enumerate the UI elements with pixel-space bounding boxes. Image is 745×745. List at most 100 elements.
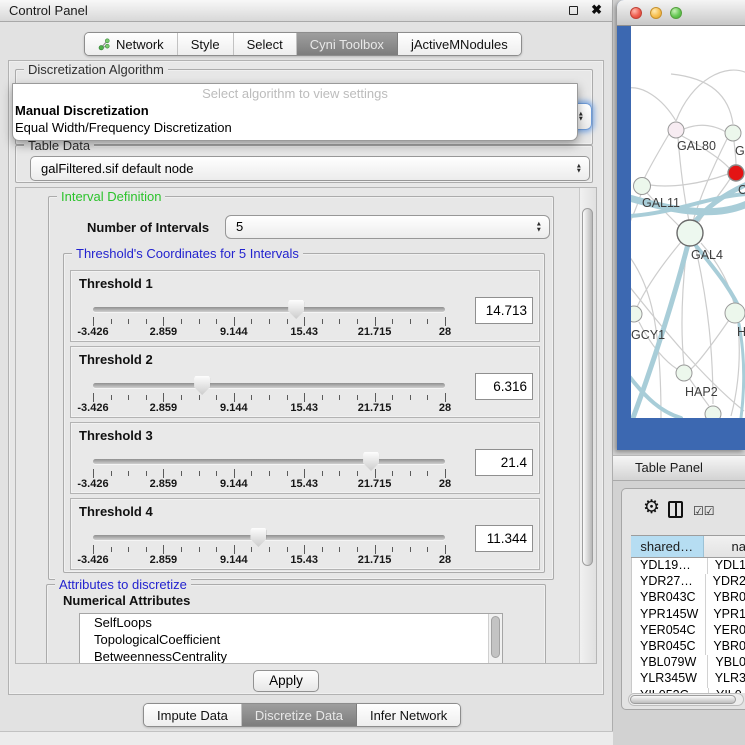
apply-button[interactable]: Apply	[253, 670, 319, 692]
minimize-traffic-light[interactable]	[650, 7, 662, 19]
algorithm-dropdown-popup: Select algorithm to view settings Manual…	[12, 83, 578, 141]
slider-axis-labels: -3.4262.8599.14415.4321.71528	[93, 554, 445, 568]
bottom-tab-bar: Impute Data Discretize Data Infer Network	[143, 703, 461, 727]
network-view-window: GAL80GACGAL11GAL4GCY1HHAP2	[617, 0, 745, 450]
table-body: YDL19…YDL1YDR27…YDR2YBR043CYBR0YPR145WYP…	[631, 558, 745, 693]
tab-label: Infer Network	[370, 708, 447, 723]
table-row[interactable]: YLR345WYLR3	[632, 671, 745, 687]
list-item-betweennesscentrality[interactable]: BetweennessCentrality	[80, 648, 502, 664]
network-window-titlebar	[617, 0, 745, 26]
cell-name: YDR2	[706, 574, 745, 590]
list-item-selfloops[interactable]: SelfLoops	[80, 614, 502, 631]
network-canvas[interactable]: GAL80GACGAL11GAL4GCY1HHAP2	[631, 26, 745, 418]
algorithm-hint-option: Select algorithm to view settings	[13, 84, 577, 102]
slider-axis-labels: -3.4262.8599.14415.4321.71528	[93, 402, 445, 416]
threshold-slider: -3.4262.8599.14415.4321.71528	[93, 499, 445, 571]
network-node-ga[interactable]	[725, 125, 741, 141]
cell-name: YBL0	[708, 655, 745, 671]
slider-track[interactable]	[93, 383, 445, 388]
table-row[interactable]: YPR145WYPR1	[632, 607, 745, 623]
network-node-hap2[interactable]	[676, 365, 692, 381]
tab-network[interactable]: Network	[85, 33, 178, 55]
network-node-gal11[interactable]	[634, 178, 651, 195]
slider-axis-labels: -3.4262.8599.14415.4321.71528	[93, 326, 445, 340]
table-row[interactable]: YDL19…YDL1	[632, 558, 745, 574]
scrollbar-thumb[interactable]	[491, 616, 500, 658]
number-of-intervals-spinner[interactable]: 5 ▲▼	[225, 215, 550, 239]
cell-name: YDL1	[708, 558, 745, 574]
column-header-shared-name[interactable]: shared…	[631, 536, 704, 557]
tab-impute-data[interactable]: Impute Data	[144, 704, 242, 726]
table-horizontal-scrollbar[interactable]	[628, 693, 744, 706]
table-row[interactable]: YBL079WYBL0	[632, 655, 745, 671]
threshold-slider: -3.4262.8599.14415.4321.71528	[93, 423, 445, 495]
combo-arrows-icon: ▲▼	[576, 163, 582, 174]
interval-definition-group: Interval Definition Number of Intervals …	[48, 196, 554, 580]
node-table: shared… na YDL19…YDL1YDR27…YDR2YBR043CYB…	[631, 535, 745, 693]
threshold-slider: -3.4262.8599.14415.4321.71528	[93, 271, 445, 343]
cell-name: YBR0	[706, 590, 745, 606]
table-row[interactable]: YBR045CYBR0	[632, 639, 745, 655]
network-node-gcy1[interactable]	[631, 306, 642, 322]
threshold-value-field[interactable]: 21.4	[475, 449, 533, 476]
cell-shared-name: YBR045C	[632, 639, 706, 655]
slider-axis-labels: -3.4262.8599.14415.4321.71528	[93, 478, 445, 492]
algorithm-option-equal-width-frequency[interactable]: Equal Width/Frequency Discretization	[13, 119, 577, 136]
split-columns-icon[interactable]	[668, 501, 683, 518]
network-node-gal80[interactable]	[668, 122, 684, 138]
table-panel-title: Table Panel	[635, 460, 703, 475]
cell-shared-name: YER054C	[632, 623, 706, 639]
network-node-label: GAL11	[642, 196, 680, 210]
slider-track[interactable]	[93, 535, 445, 540]
slider-track[interactable]	[93, 307, 445, 312]
tab-select[interactable]: Select	[234, 33, 297, 55]
algorithm-option-manual-discretization[interactable]: Manual Discretization	[13, 102, 577, 119]
numerical-attributes-list[interactable]: SelfLoopsTopologicalCoefficientBetweenne…	[79, 613, 503, 664]
slider-track[interactable]	[93, 459, 445, 464]
float-window-icon[interactable]	[569, 6, 578, 15]
threshold-box-1: Threshold 1-3.4262.8599.14415.4321.71528…	[70, 270, 540, 342]
attributes-list-scrollbar[interactable]	[488, 614, 502, 664]
threshold-box-4: Threshold 4-3.4262.8599.14415.4321.71528…	[70, 498, 540, 570]
close-traffic-light[interactable]	[630, 7, 642, 19]
top-tab-bar: NetworkStyleSelectCyni ToolboxjActiveMNo…	[84, 32, 522, 56]
select-columns-icon[interactable]: ☑☑	[693, 504, 715, 518]
list-item-topologicalcoefficient[interactable]: TopologicalCoefficient	[80, 631, 502, 648]
zoom-traffic-light[interactable]	[670, 7, 682, 19]
network-node-h[interactable]	[725, 303, 745, 323]
table-row[interactable]: YDR27…YDR2	[632, 574, 745, 590]
cell-shared-name: YDR27…	[632, 574, 706, 590]
threshold-value-field[interactable]: 11.344	[475, 525, 533, 552]
tab-discretize-data[interactable]: Discretize Data	[242, 704, 357, 726]
cell-shared-name: YDL19…	[632, 558, 708, 574]
threshold-box-2: Threshold 2-3.4262.8599.14415.4321.71528…	[70, 346, 540, 418]
table-row[interactable]: YBR043CYBR0	[632, 590, 745, 606]
cell-shared-name: YBR043C	[632, 590, 706, 606]
cell-shared-name: YLR345W	[632, 671, 708, 687]
tab-infer-network[interactable]: Infer Network	[357, 704, 460, 726]
scrollbar-thumb[interactable]	[582, 208, 593, 566]
settings-vertical-scrollbar[interactable]	[579, 188, 596, 663]
network-node-c[interactable]	[728, 165, 744, 181]
close-icon[interactable]: ✖	[591, 2, 602, 18]
tab-jactivemnodules[interactable]: jActiveMNodules	[398, 33, 521, 55]
table-data-combobox[interactable]: galFiltered.sif default node ▲▼	[30, 156, 590, 181]
network-node-gal4[interactable]	[677, 220, 703, 246]
column-header-name[interactable]: na	[704, 536, 745, 557]
cell-name: YLR3	[708, 671, 745, 687]
network-node-label: GA	[735, 144, 745, 158]
table-row[interactable]: YER054CYER0	[632, 623, 745, 639]
cell-shared-name: YBL079W	[632, 655, 708, 671]
tab-cyni-toolbox[interactable]: Cyni Toolbox	[297, 33, 398, 55]
table-data-value: galFiltered.sif default node	[41, 157, 193, 180]
tab-label: Impute Data	[157, 708, 228, 723]
table-data-group: Table Data galFiltered.sif default node …	[15, 145, 593, 183]
scrollbar-thumb[interactable]	[630, 695, 736, 704]
gear-icon[interactable]: ⚙	[643, 497, 660, 519]
network-highlight-edges	[631, 184, 745, 418]
threshold-value-field[interactable]: 6.316	[475, 373, 533, 400]
threshold-value-field[interactable]: 14.713	[475, 297, 533, 324]
tab-style[interactable]: Style	[178, 33, 234, 55]
network-node-label: C	[738, 183, 745, 197]
network-node[interactable]	[705, 406, 721, 418]
